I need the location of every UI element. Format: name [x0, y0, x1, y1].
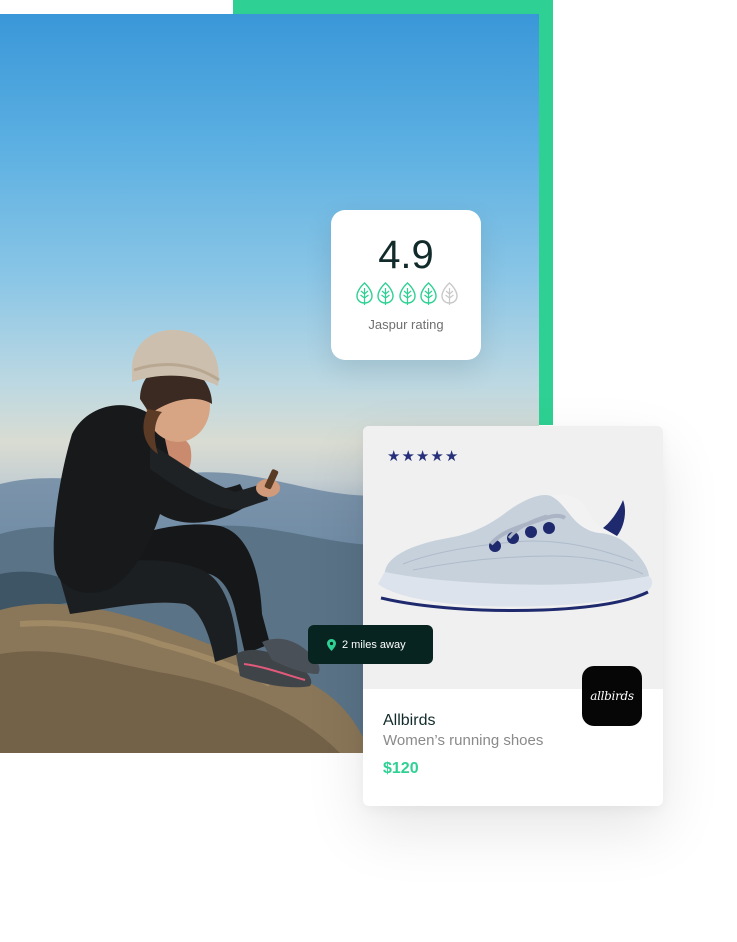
product-price: $120	[383, 760, 419, 777]
running-shoe-image	[378, 494, 653, 612]
product-card[interactable]: ★ ★ ★ ★ ★ allbirds Allbirds Women’s runn…	[363, 426, 663, 806]
rating-card: 4.9 Jaspur rating	[331, 210, 481, 360]
leaf-icon	[356, 282, 373, 305]
location-pin-icon	[327, 638, 336, 651]
brand-logo-badge: allbirds	[582, 666, 642, 726]
leaf-icon	[398, 282, 416, 305]
leaf-empty-icon	[441, 282, 458, 305]
star-icon: ★	[430, 448, 444, 465]
star-rating: ★ ★ ★ ★ ★	[387, 448, 458, 466]
star-icon: ★	[444, 448, 459, 465]
star-icon: ★	[401, 448, 415, 465]
rating-value: 4.9	[378, 233, 434, 277]
star-icon: ★	[415, 448, 430, 465]
product-description: Women’s running shoes	[383, 732, 544, 749]
rating-label: Jaspur rating	[368, 317, 444, 332]
leaf-icon	[377, 282, 394, 305]
leaf-icon	[420, 282, 437, 305]
distance-text: 2 miles away	[342, 638, 406, 651]
product-name: Allbirds	[383, 712, 436, 729]
star-icon: ★	[387, 448, 401, 465]
leaf-rating-row	[355, 282, 459, 306]
distance-badge: 2 miles away	[308, 625, 433, 664]
